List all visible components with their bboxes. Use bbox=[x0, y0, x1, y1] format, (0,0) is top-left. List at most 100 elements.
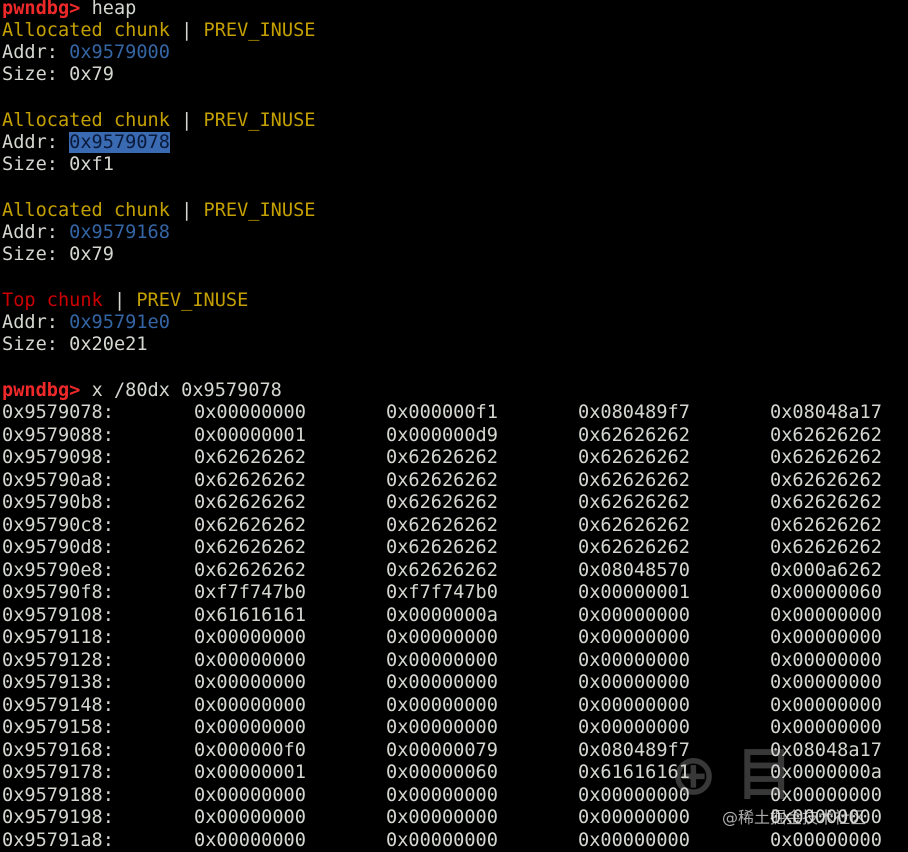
dump-value: 0x62626262 bbox=[770, 469, 882, 491]
dump-value: 0x000000d9 bbox=[386, 424, 498, 446]
terminal-window[interactable]: pwndbg> heap Allocated chunk | PREV_INUS… bbox=[0, 0, 908, 852]
dump-value: 0x62626262 bbox=[770, 492, 882, 513]
prompt: pwndbg> bbox=[2, 380, 81, 401]
chunk-header: Allocated chunk | PREV_INUSE bbox=[2, 20, 315, 43]
chunk-addr: 0x95791e0 bbox=[69, 312, 170, 333]
chunk-addr-line: Addr: 0x95791e0 bbox=[2, 312, 170, 335]
dump-address: 0x95790c8: bbox=[2, 514, 114, 536]
dump-value: 0x00000000 bbox=[194, 807, 306, 828]
chunk-title: Allocated chunk bbox=[2, 200, 170, 221]
chunk-header: Allocated chunk | PREV_INUSE bbox=[2, 200, 315, 223]
chunk-size-line: Size: 0x20e21 bbox=[2, 334, 148, 357]
dump-address: 0x9579098: bbox=[2, 447, 114, 468]
dump-address: 0x9579118: bbox=[2, 627, 114, 648]
chunk-size-line: Size: 0x79 bbox=[2, 244, 114, 267]
dump-value: 0x00000000 bbox=[194, 829, 306, 851]
chunk-header: Allocated chunk | PREV_INUSE bbox=[2, 110, 315, 133]
dump-value: 0x62626262 bbox=[386, 537, 498, 558]
dump-value: 0x080489f7 bbox=[578, 739, 690, 761]
dump-value: 0x62626262 bbox=[194, 492, 306, 513]
dump-value: 0x00000000 bbox=[770, 604, 882, 626]
dump-value: 0x62626262 bbox=[578, 447, 690, 468]
dump-value: 0x00000000 bbox=[578, 784, 690, 806]
dump-address: 0x95791a8: bbox=[2, 829, 114, 851]
dump-value: 0x08048a17 bbox=[770, 739, 882, 761]
dump-value: 0x000000f0 bbox=[194, 739, 306, 761]
chunk-size: 0x79 bbox=[69, 64, 114, 85]
chunk-separator: | bbox=[102, 290, 137, 311]
dump-address: 0x9579128: bbox=[2, 649, 114, 671]
size-label: Size: bbox=[2, 334, 70, 355]
dump-value: 0x00000060 bbox=[386, 762, 498, 783]
chunk-size: 0x79 bbox=[69, 244, 114, 265]
top-chunk-header: Top chunk | PREV_INUSE bbox=[2, 290, 248, 313]
dump-value: 0x00000000 bbox=[578, 627, 690, 648]
chunk-size: 0xf1 bbox=[69, 154, 114, 175]
dump-address: 0x95790e8: bbox=[2, 559, 114, 581]
prompt: pwndbg> bbox=[2, 0, 81, 19]
dump-value: 0x00000000 bbox=[386, 694, 498, 716]
size-label: Size: bbox=[2, 64, 70, 85]
dump-value: 0x00000000 bbox=[194, 694, 306, 716]
dump-value: 0x00000001 bbox=[194, 762, 306, 783]
dump-address: 0x95790a8: bbox=[2, 469, 114, 491]
dump-value: 0x62626262 bbox=[578, 469, 690, 491]
addr-label: Addr: bbox=[2, 42, 70, 63]
dump-address: 0x9579148: bbox=[2, 694, 114, 716]
dump-value: 0x62626262 bbox=[770, 447, 882, 468]
dump-value: 0x00000000 bbox=[578, 717, 690, 738]
addr-label: Addr: bbox=[2, 312, 70, 333]
dump-value: 0x000a6262 bbox=[770, 559, 882, 581]
dump-address: 0x9579108: bbox=[2, 604, 114, 626]
chunk-flag: PREV_INUSE bbox=[203, 200, 316, 221]
dump-address: 0x9579078: bbox=[2, 402, 114, 423]
dump-value: 0x00000000 bbox=[578, 672, 690, 693]
dump-value: 0x00000000 bbox=[386, 784, 498, 806]
chunk-flag: PREV_INUSE bbox=[203, 110, 316, 131]
size-label: Size: bbox=[2, 244, 70, 265]
dump-value: 0x61616161 bbox=[194, 604, 306, 626]
dump-command-line: pwndbg> x /80dx 0x9579078 bbox=[2, 380, 282, 403]
dump-value: 0x000000f1 bbox=[386, 402, 498, 423]
dump-address: 0x9579168: bbox=[2, 739, 114, 761]
chunk-separator: | bbox=[169, 110, 204, 131]
chunk-flag: PREV_INUSE bbox=[136, 290, 249, 311]
dump-value: 0x0000000a bbox=[386, 604, 498, 626]
dump-value: 0x00000000 bbox=[386, 649, 498, 671]
dump-value: 0x62626262 bbox=[386, 559, 498, 581]
dump-value: 0x00000000 bbox=[770, 829, 882, 851]
chunk-separator: | bbox=[169, 200, 204, 221]
chunk-size-line: Size: 0xf1 bbox=[2, 154, 114, 177]
dump-value: 0x00000000 bbox=[386, 672, 498, 693]
dump-value: 0x62626262 bbox=[770, 537, 882, 558]
addr-label: Addr: bbox=[2, 222, 70, 243]
chunk-addr-line: Addr: 0x9579000 bbox=[2, 42, 170, 65]
chunk-title: Allocated chunk bbox=[2, 20, 170, 41]
dump-value: 0x00000000 bbox=[770, 649, 882, 671]
chunk-addr-selected[interactable]: 0x9579078 bbox=[69, 132, 170, 153]
dump-value: 0x00000001 bbox=[578, 582, 690, 603]
dump-value: 0x00000000 bbox=[194, 717, 306, 738]
dump-value: 0x62626262 bbox=[386, 447, 498, 468]
dump-value: 0x00000001 bbox=[194, 424, 306, 446]
chunk-addr: 0x9579168 bbox=[69, 222, 170, 243]
dump-address: 0x95790f8: bbox=[2, 582, 114, 603]
dump-value: 0x00000000 bbox=[386, 807, 498, 828]
dump-value: 0x0000000a bbox=[770, 762, 882, 783]
dump-address: 0x95790b8: bbox=[2, 492, 114, 513]
command-text: x /80dx 0x9579078 bbox=[80, 380, 282, 401]
command-text: heap bbox=[80, 0, 137, 19]
dump-value: 0x080489f7 bbox=[578, 402, 690, 423]
dump-value: 0x62626262 bbox=[194, 537, 306, 558]
dump-address: 0x9579088: bbox=[2, 424, 114, 446]
dump-value: 0x00000000 bbox=[194, 649, 306, 671]
dump-value: 0x00000000 bbox=[578, 829, 690, 851]
dump-address: 0x9579178: bbox=[2, 762, 114, 783]
dump-value: 0x00000000 bbox=[578, 649, 690, 671]
dump-value: 0x00000000 bbox=[194, 672, 306, 693]
dump-value: 0x62626262 bbox=[578, 424, 690, 446]
chunk-title: Allocated chunk bbox=[2, 110, 170, 131]
dump-value: 0x00000000 bbox=[770, 627, 882, 648]
chunk-addr: 0x9579000 bbox=[69, 42, 170, 63]
dump-value: 0x62626262 bbox=[578, 492, 690, 513]
